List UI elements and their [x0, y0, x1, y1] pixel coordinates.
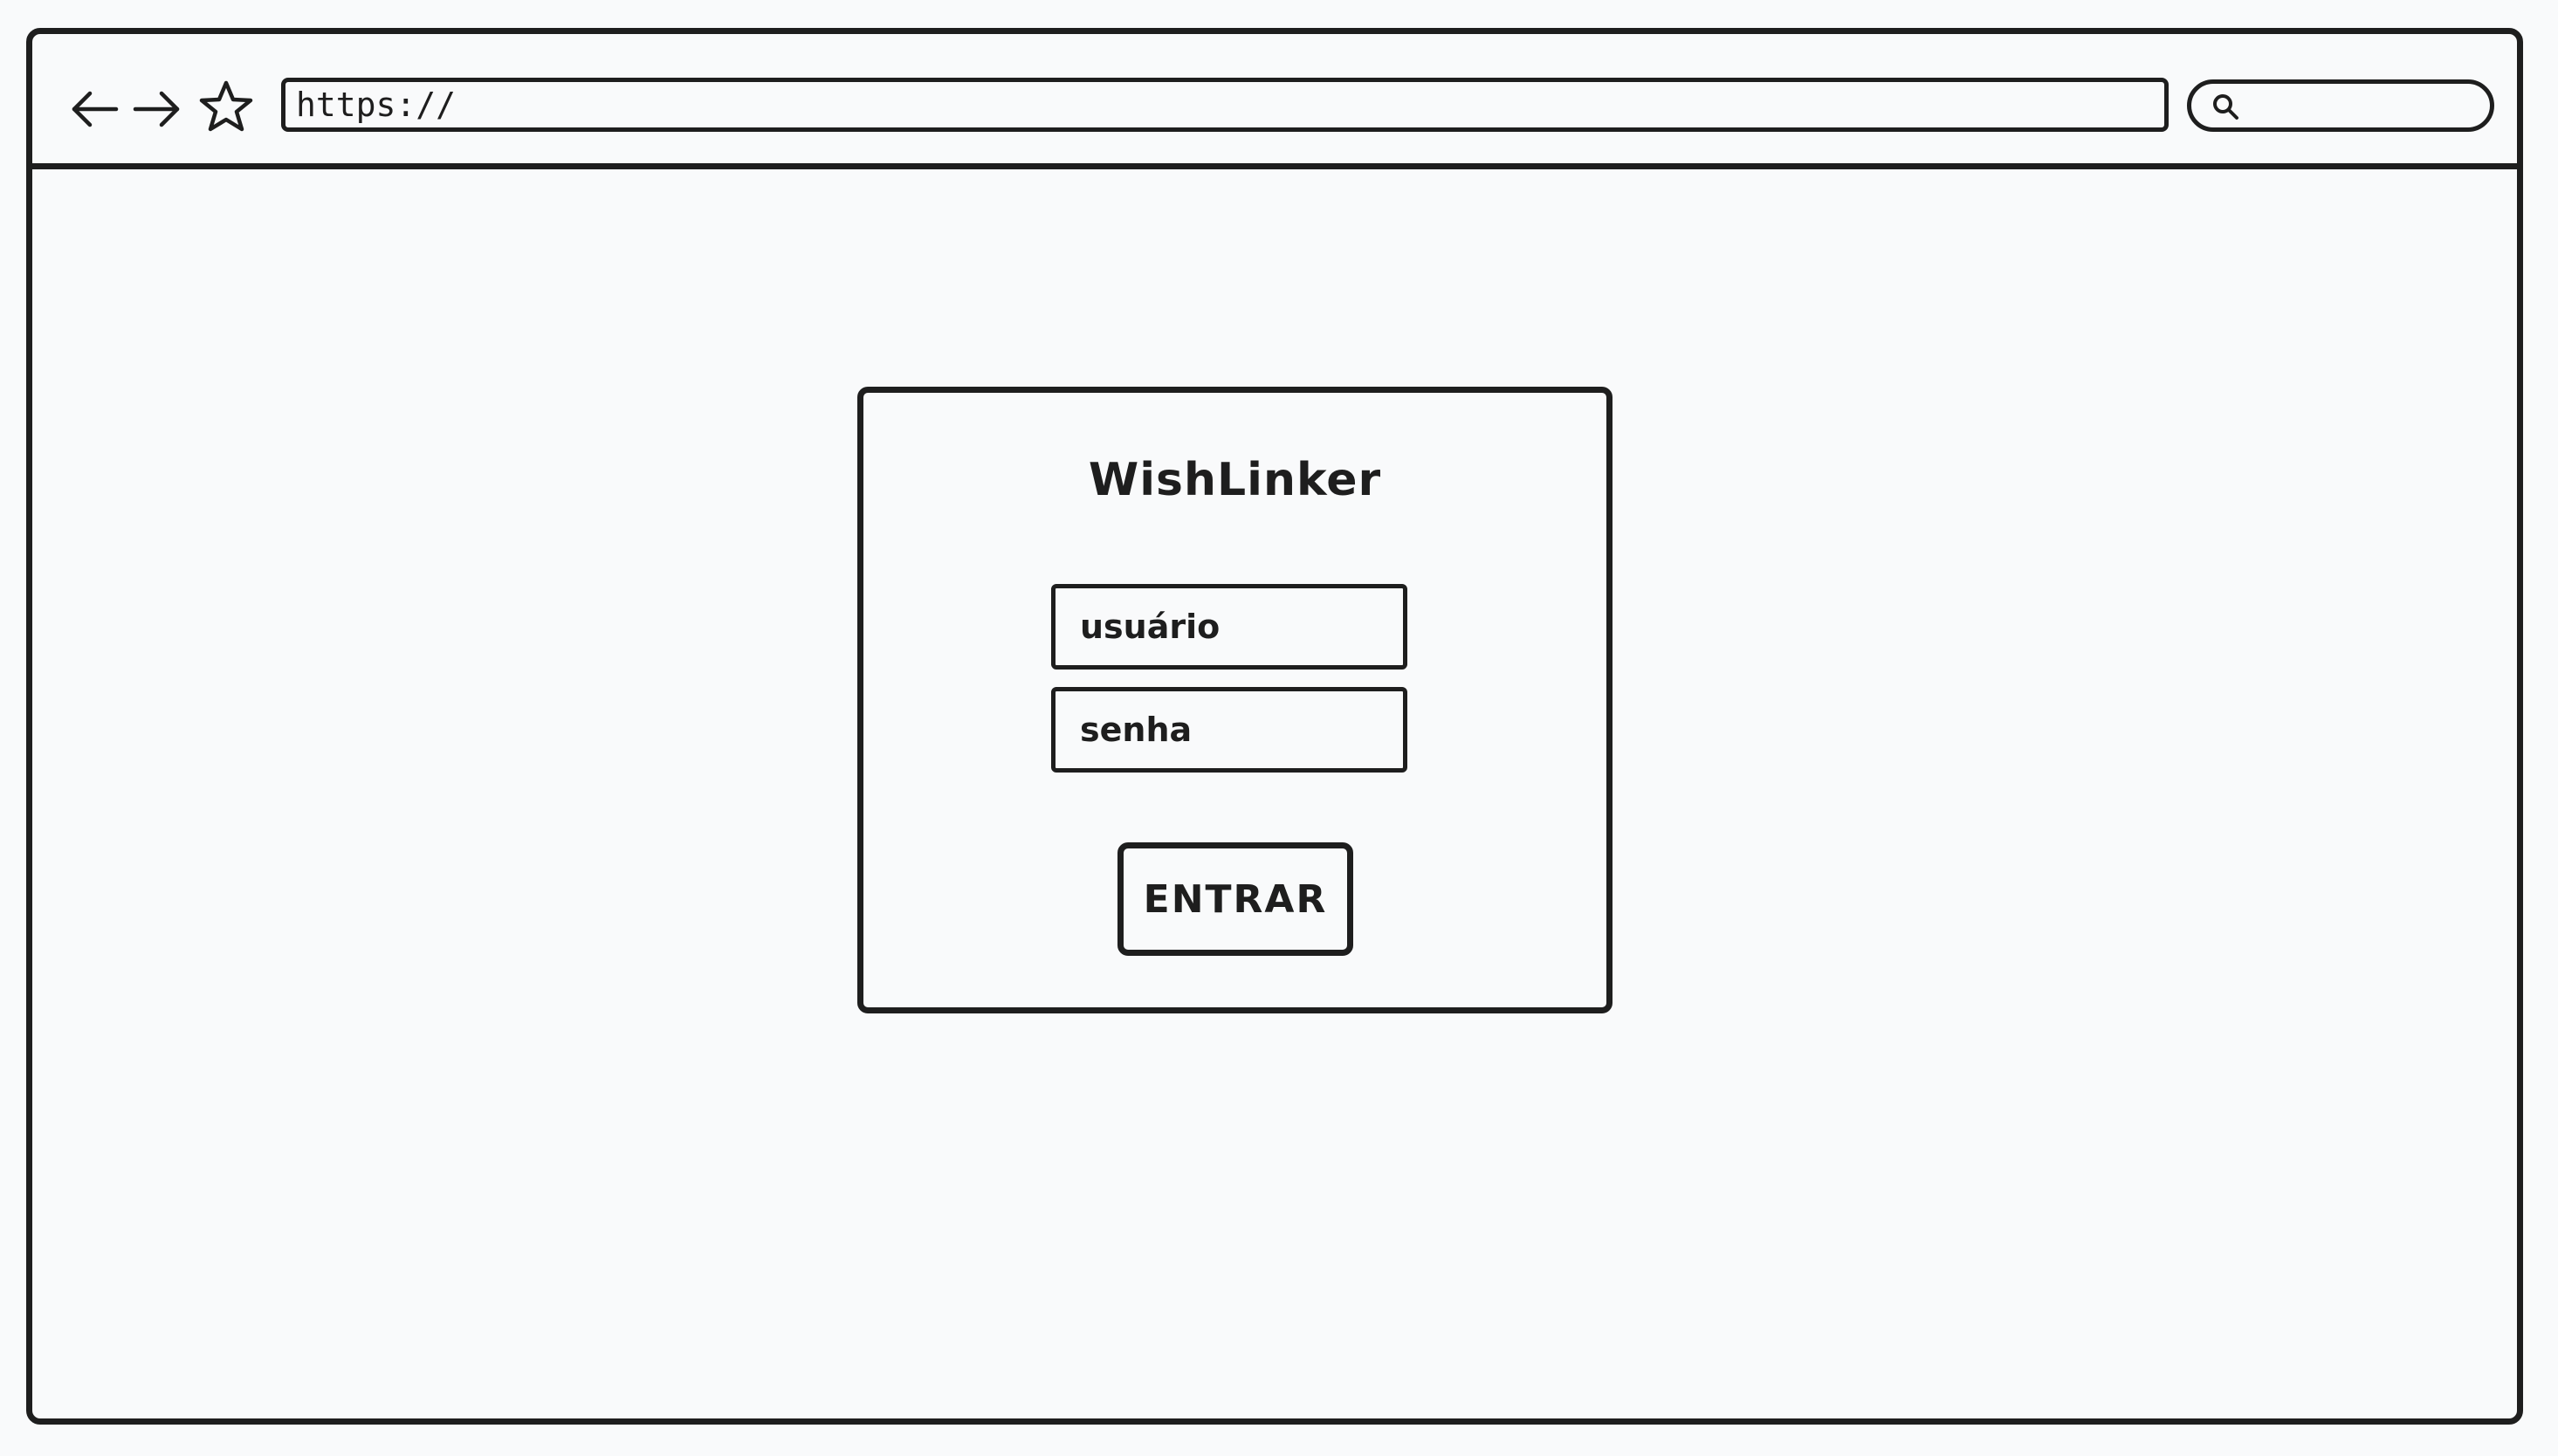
- forward-arrow-icon[interactable]: [128, 81, 184, 137]
- login-submit-button[interactable]: ENTRAR: [1117, 842, 1353, 956]
- password-field[interactable]: [1051, 687, 1407, 773]
- address-bar[interactable]: https://: [281, 78, 2169, 132]
- browser-search-box[interactable]: [2187, 79, 2494, 132]
- bookmark-star-icon[interactable]: [196, 78, 256, 137]
- app-title: WishLinker: [1088, 454, 1382, 506]
- login-card: WishLinker ENTRAR: [857, 387, 1613, 1013]
- browser-window: https:// WishLinker ENTRAR: [26, 28, 2523, 1425]
- username-field[interactable]: [1051, 584, 1407, 670]
- back-arrow-icon[interactable]: [67, 81, 123, 137]
- browser-toolbar: https://: [32, 34, 2517, 169]
- address-bar-url: https://: [296, 86, 457, 124]
- search-icon: [2211, 92, 2240, 121]
